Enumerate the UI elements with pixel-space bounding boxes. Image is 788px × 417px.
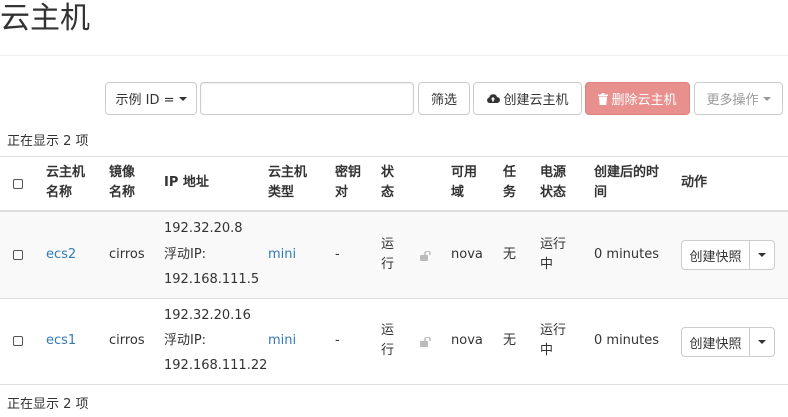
page-title: 云主机 — [0, 1, 90, 36]
header-ip-address[interactable]: IP 地址 — [164, 173, 209, 193]
status-text: 行 — [381, 343, 395, 358]
fixed-ip: 192.32.20.16 — [164, 308, 251, 323]
header-instance-name[interactable]: 云主机 名称 — [46, 163, 85, 203]
status-value: 运 行 — [381, 321, 394, 361]
header-text: 态 — [381, 185, 395, 200]
header-power-state[interactable]: 电源 状态 — [540, 163, 566, 203]
row-action-group: 创建快照 — [681, 240, 775, 270]
header-text: 云主机 — [46, 165, 86, 180]
flavor-link[interactable]: mini — [268, 331, 296, 351]
filter-field-label: 示例 ID = — [115, 93, 175, 108]
power-state-value: 运行 中 — [540, 321, 566, 361]
power-state-value: 运行 中 — [540, 235, 566, 275]
row-actions-dropdown-toggle[interactable] — [750, 241, 774, 269]
filter-field-dropdown[interactable]: 示例 ID = — [105, 82, 197, 115]
task-value: 无 — [503, 333, 517, 348]
floating-ip-label: 浮动IP: — [164, 333, 207, 348]
flavor-link[interactable]: mini — [268, 245, 296, 265]
item-count-top: 正在显示 2 项 — [7, 134, 89, 149]
unlock-icon — [420, 249, 432, 264]
trash-icon — [598, 92, 609, 105]
status-text: 运 — [381, 323, 395, 338]
header-text: 名称 — [46, 185, 73, 200]
header-availability-zone[interactable]: 可用 域 — [451, 163, 477, 203]
title-divider — [0, 55, 788, 56]
image-name: cirros — [109, 333, 145, 348]
more-actions-dropdown[interactable]: 更多操作 — [694, 82, 783, 115]
item-count-bottom: 正在显示 2 项 — [7, 397, 89, 412]
delete-instances-label: 删除云主机 — [611, 93, 677, 108]
header-keypair[interactable]: 密钥 对 — [335, 163, 361, 203]
table-top-border — [0, 156, 788, 157]
filter-button[interactable]: 筛选 — [418, 82, 470, 115]
power-state-text: 中 — [540, 343, 554, 358]
chevron-down-icon — [758, 253, 766, 257]
create-instance-button[interactable]: 创建云主机 — [473, 82, 582, 115]
row-divider — [0, 298, 788, 299]
header-text: 云主机 — [268, 165, 308, 180]
status-text: 行 — [381, 257, 395, 272]
row-actions-dropdown-toggle[interactable] — [750, 328, 774, 356]
row-action-group: 创建快照 — [681, 327, 775, 357]
header-text: 类型 — [268, 185, 295, 200]
delete-instances-button[interactable]: 删除云主机 — [585, 82, 690, 115]
availability-zone-value: nova — [451, 247, 483, 262]
header-text: 务 — [503, 185, 517, 200]
keypair-value: - — [335, 247, 340, 262]
row-checkbox[interactable] — [13, 336, 23, 346]
image-name: cirros — [109, 247, 145, 262]
floating-ip: 192.168.111.22 — [164, 358, 268, 373]
header-text: 间 — [594, 185, 608, 200]
header-actions: 动作 — [681, 175, 708, 190]
fixed-ip: 192.32.20.8 — [164, 221, 243, 236]
availability-zone-value: nova — [451, 333, 483, 348]
header-image-name[interactable]: 镜像 名称 — [109, 163, 135, 203]
task-value: 无 — [503, 247, 517, 262]
floating-ip-label: 浮动IP: — [164, 247, 207, 262]
instance-name-link[interactable]: ecs2 — [46, 245, 76, 265]
header-flavor[interactable]: 云主机 类型 — [268, 163, 307, 203]
filter-input[interactable] — [200, 82, 414, 115]
power-state-text: 运行 — [540, 237, 567, 252]
status-value: 运 行 — [381, 235, 394, 275]
age-value: 0 minutes — [594, 333, 660, 348]
header-text: 状态 — [540, 185, 567, 200]
create-instance-label: 创建云主机 — [503, 93, 569, 108]
status-text: 运 — [381, 237, 395, 252]
keypair-value: - — [335, 333, 340, 348]
header-text: 密钥 — [335, 165, 362, 180]
select-all-checkbox[interactable] — [13, 179, 23, 189]
floating-ip: 192.168.111.5 — [164, 272, 260, 287]
header-text: 状 — [381, 165, 395, 180]
header-text: 电源 — [540, 165, 567, 180]
chevron-down-icon — [762, 96, 771, 101]
header-text: 域 — [451, 185, 465, 200]
chevron-down-icon — [178, 96, 187, 101]
power-state-text: 中 — [540, 257, 554, 272]
header-status[interactable]: 状 态 — [381, 163, 394, 203]
row-divider — [0, 384, 788, 385]
row-checkbox[interactable] — [13, 250, 23, 260]
age-value: 0 minutes — [594, 247, 660, 262]
unlock-icon — [420, 335, 432, 350]
header-text: 创建后的时 — [594, 165, 660, 180]
create-snapshot-button[interactable]: 创建快照 — [682, 328, 750, 356]
chevron-down-icon — [758, 340, 766, 344]
create-snapshot-button[interactable]: 创建快照 — [682, 241, 750, 269]
header-age[interactable]: 创建后的时 间 — [594, 163, 659, 203]
header-task[interactable]: 任 务 — [503, 163, 516, 203]
header-text: 对 — [335, 185, 349, 200]
more-actions-label: 更多操作 — [706, 93, 759, 108]
header-text: 任 — [503, 165, 517, 180]
power-state-text: 运行 — [540, 323, 567, 338]
cloud-upload-icon — [486, 93, 501, 104]
header-text: 名称 — [109, 185, 136, 200]
header-text: 镜像 — [109, 165, 136, 180]
instance-name-link[interactable]: ecs1 — [46, 331, 76, 351]
header-text: 可用 — [451, 165, 478, 180]
